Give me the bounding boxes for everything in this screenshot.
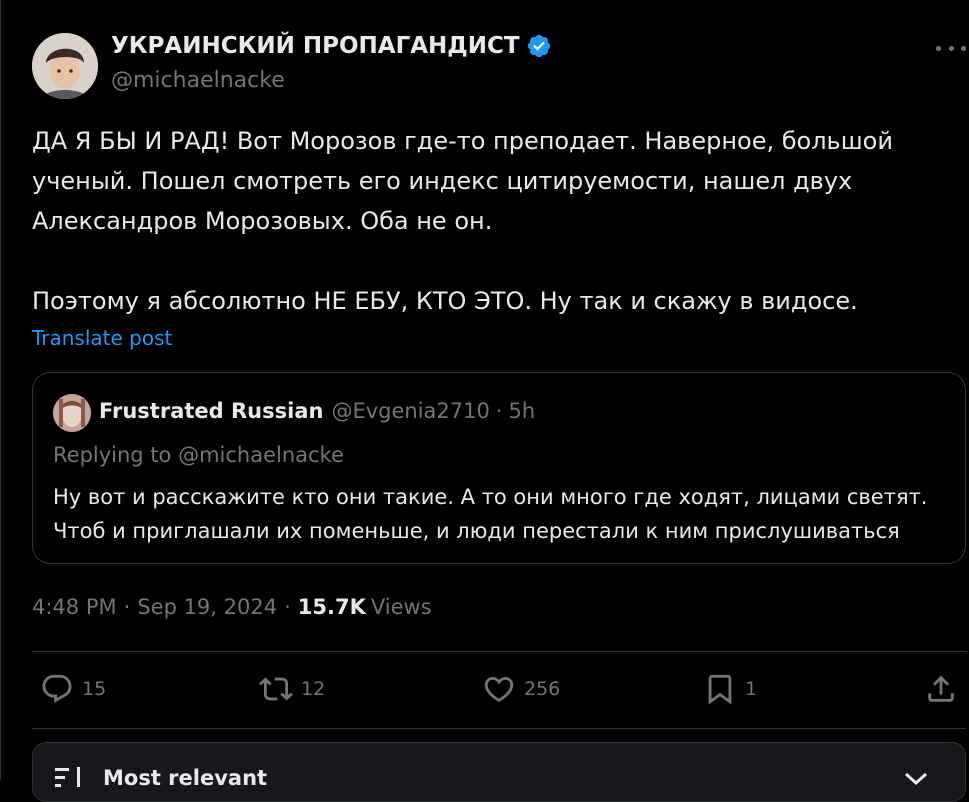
reply-count: 15 bbox=[82, 678, 107, 700]
share-button[interactable] bbox=[924, 672, 958, 706]
meta-separator: · bbox=[284, 595, 291, 619]
meta-separator: · bbox=[123, 595, 131, 619]
quote-author-handle[interactable]: @Evgenia2710 bbox=[331, 399, 489, 423]
like-count: 256 bbox=[524, 678, 561, 700]
author-avatar[interactable] bbox=[32, 33, 98, 99]
bookmark-count: 1 bbox=[745, 678, 758, 700]
reply-icon bbox=[42, 674, 72, 703]
post-time[interactable]: 4:48 PM bbox=[32, 595, 117, 619]
repost-icon bbox=[259, 677, 293, 701]
quoted-post[interactable]: Frustrated Russian @Evgenia2710 · 5h Rep… bbox=[32, 372, 966, 564]
bookmark-icon bbox=[708, 674, 732, 705]
repost-button[interactable]: 12 bbox=[259, 672, 325, 706]
post-date[interactable]: Sep 19, 2024 bbox=[137, 595, 277, 619]
author-name-row[interactable]: УКРАИНСКИЙ ПРОПАГАНДИСТ bbox=[111, 33, 552, 59]
quote-replying-to: Replying to @michaelnacke bbox=[53, 443, 344, 467]
action-bar: 15 12 256 1 bbox=[32, 672, 966, 710]
more-icon[interactable] bbox=[936, 38, 966, 58]
translate-post-link[interactable]: Translate post bbox=[32, 326, 172, 350]
post-meta: 4:48 PM · Sep 19, 2024 · 15.7K Views bbox=[32, 595, 432, 619]
post-detail: УКРАИНСКИЙ ПРОПАГАНДИСТ @michaelnacke ДА… bbox=[0, 0, 969, 802]
post-text: ДА Я БЫ И РАД! Вот Морозов где-то препод… bbox=[32, 127, 893, 315]
verified-icon bbox=[527, 34, 550, 58]
quote-text: Ну вот и расскажите кто они такие. А то … bbox=[53, 485, 928, 543]
divider bbox=[32, 728, 966, 729]
author-display-name[interactable]: УКРАИНСКИЙ ПРОПАГАНДИСТ bbox=[111, 33, 520, 59]
repost-count: 12 bbox=[301, 678, 326, 700]
views-count: 15.7K bbox=[297, 595, 366, 619]
quote-timestamp[interactable]: 5h bbox=[509, 399, 536, 423]
author-handle[interactable]: @michaelnacke bbox=[111, 68, 285, 93]
reply-button[interactable]: 15 bbox=[40, 672, 106, 706]
like-button[interactable]: 256 bbox=[482, 672, 560, 706]
quote-header: Frustrated Russian @Evgenia2710 · 5h bbox=[99, 399, 535, 423]
sort-icon bbox=[55, 767, 80, 787]
chevron-down-icon bbox=[904, 772, 928, 786]
divider bbox=[32, 651, 966, 652]
quote-avatar[interactable] bbox=[53, 394, 91, 432]
views-label: Views bbox=[370, 595, 432, 619]
sort-label: Most relevant bbox=[103, 766, 268, 790]
bookmark-button[interactable]: 1 bbox=[703, 672, 757, 706]
quote-author-name[interactable]: Frustrated Russian bbox=[99, 399, 323, 423]
replies-sort-dropdown[interactable]: Most relevant bbox=[32, 742, 966, 802]
share-icon bbox=[928, 675, 954, 702]
like-icon bbox=[484, 676, 514, 702]
quote-separator: · bbox=[495, 399, 503, 423]
